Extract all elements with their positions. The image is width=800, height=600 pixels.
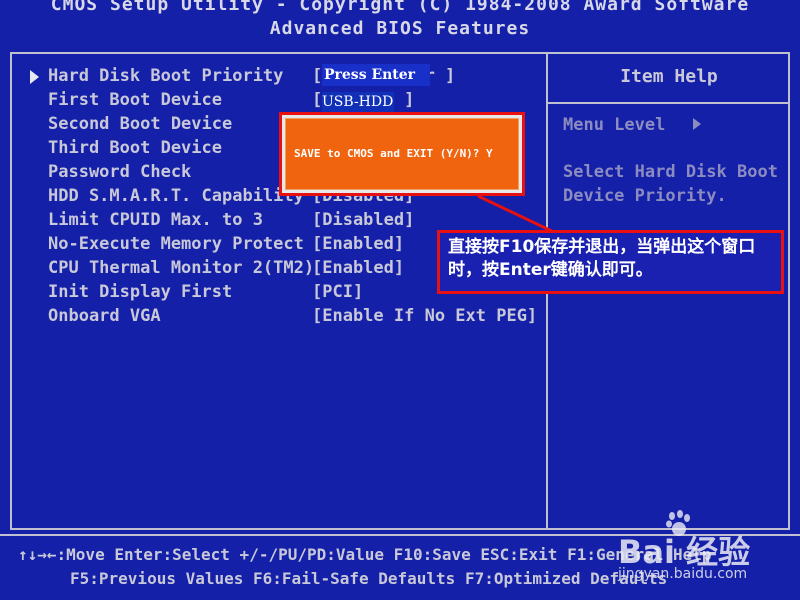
setting-label: No-Execute Memory Protect [48,234,304,254]
setting-first-boot-device[interactable]: First Boot Device [USB-HDD ] [48,90,548,114]
setting-value[interactable]: [Disabled] [312,210,414,230]
setting-value[interactable]: [Enable If No Ext PEG] [312,306,537,326]
watermark-url: jingyan.baidu.com [618,566,748,582]
footer-keys-line2: F5:Previous Values F6:Fail-Safe Defaults… [70,569,668,588]
setting-label: HDD S.M.A.R.T. Capability [48,186,304,206]
setting-onboard-vga[interactable]: Onboard VGA [Enable If No Ext PEG] [48,306,548,330]
setting-label: First Boot Device [48,90,222,110]
setting-hard-disk-boot-priority[interactable]: Hard Disk Boot Priority [Press Enter ] [48,66,548,90]
setting-label: Onboard VGA [48,306,161,326]
setting-label: Hard Disk Boot Priority [48,66,284,86]
setting-label: Second Boot Device [48,114,233,134]
setting-label: Third Boot Device [48,138,222,158]
usb-hdd-highlight[interactable]: USB-HDD [322,92,394,112]
setting-value[interactable]: [Enabled] [312,234,404,254]
save-dialog-message: SAVE to CMOS and EXIT (Y/N)? Y [294,147,493,160]
menu-level-arrow-icon [693,118,701,130]
help-description-line2: Device Priority. [563,186,727,206]
bios-title: CMOS Setup Utility - Copyright (C) 1984-… [50,0,750,15]
setting-label: Limit CPUID Max. to 3 [48,210,263,230]
press-enter-highlight[interactable]: Press Enter [322,64,430,86]
setting-label: Init Display First [48,282,233,302]
help-separator [548,102,790,104]
setting-value[interactable]: [Enabled] [312,258,404,278]
setting-label: Password Check [48,162,192,182]
setting-label: CPU Thermal Monitor 2(TM2) [48,258,315,278]
annotation-text: 直接按F10保存并退出，当弹出这个窗口时，按Enter键确认即可。 [448,237,756,280]
page-title: Advanced BIOS Features [269,18,531,39]
help-description-line1: Select Hard Disk Boot [563,162,778,182]
selection-arrow-icon [30,70,39,84]
setting-value[interactable]: [PCI] [312,282,363,302]
menu-level-label: Menu Level [563,115,666,135]
footer-keys-line1: ↑↓→←:Move Enter:Select +/-/PU/PD:Value F… [18,545,712,564]
item-help-title: Item Help [620,66,718,87]
